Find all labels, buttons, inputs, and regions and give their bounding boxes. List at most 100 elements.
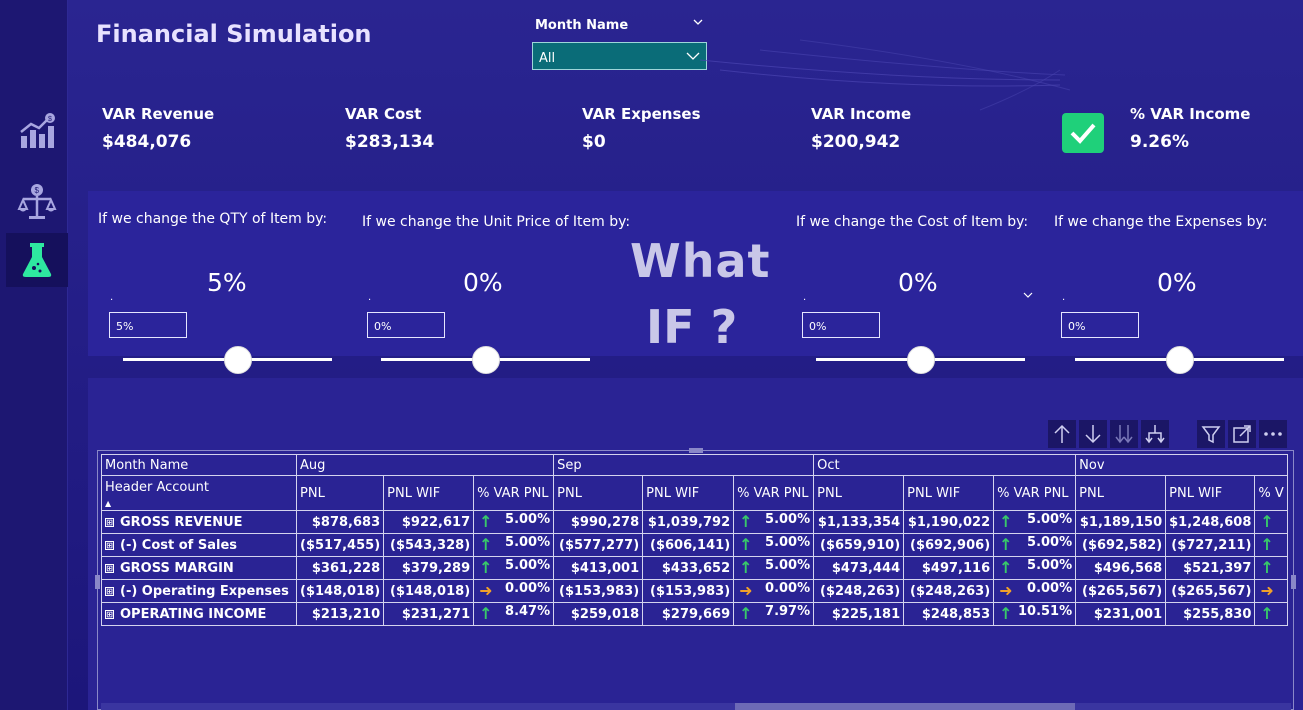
param-cost-slider-handle[interactable] [906, 346, 935, 374]
value-cell: $1,248,608 [1165, 510, 1256, 534]
resize-handle-top[interactable] [689, 448, 703, 453]
value-cell: $1,190,022 [903, 510, 995, 534]
param-expenses-slider-handle[interactable] [1165, 346, 1194, 374]
measure-header[interactable]: % VAR PNL [993, 475, 1077, 511]
drill-down-button[interactable] [1079, 420, 1107, 448]
horizontal-scrollbar-track[interactable] [101, 703, 1291, 710]
expand-plus-icon[interactable]: ⊞ [105, 540, 114, 550]
nav-balance-button[interactable]: $ [6, 175, 68, 229]
value-cell: $361,228 [295, 556, 385, 580]
arrow-right-icon: ➜ [479, 581, 493, 600]
measure-header[interactable]: PNL WIF [903, 475, 995, 511]
var-pct-value: 0.00% [765, 581, 811, 596]
expand-plus-icon[interactable]: ⊞ [105, 586, 114, 596]
row-label-cell[interactable]: ⊞ OPERATING INCOME [101, 602, 297, 626]
value-cell: ($606,141) [642, 533, 735, 557]
measure-header[interactable]: PNL WIF [1165, 475, 1256, 511]
drill-up-button[interactable] [1048, 420, 1076, 448]
measure-header[interactable]: % V [1254, 475, 1288, 511]
expand-plus-icon[interactable]: ⊞ [105, 563, 114, 573]
month-header-nov[interactable]: Nov [1075, 454, 1288, 476]
var-pct-value: 5.00% [765, 558, 811, 573]
param-qty-input[interactable]: 5% [109, 312, 187, 338]
filter-button[interactable] [1197, 420, 1225, 448]
measure-header[interactable]: PNL [553, 475, 644, 511]
param-expenses-value: 0% [1157, 268, 1197, 297]
var-pct-cell: ➜ 0.00% [993, 579, 1077, 603]
measure-header[interactable]: PNL [1075, 475, 1167, 511]
measure-header[interactable]: PNL WIF [383, 475, 475, 511]
horizontal-scrollbar-thumb[interactable] [735, 703, 1075, 710]
month-slicer-label: Month Name [535, 18, 629, 33]
row-label-cell[interactable]: ⊞ (-) Operating Expenses [101, 579, 297, 603]
param-expenses-dot: . [1062, 292, 1066, 303]
col-header-month-name[interactable]: Month Name [101, 454, 297, 476]
value-cell: $521,397 [1165, 556, 1256, 580]
row-header-account[interactable]: Header Account ▲ [101, 475, 297, 511]
chevron-down-icon[interactable] [1022, 290, 1034, 300]
value-cell: ($248,263) [903, 579, 995, 603]
focus-mode-button[interactable] [1228, 420, 1256, 448]
param-cost-label: If we change the Cost of Item by: [796, 214, 1029, 230]
arrow-up-icon: ↑ [739, 512, 753, 531]
var-pct-cell: ↑ 5.00% [993, 533, 1077, 557]
var-pct-value: 0.00% [1027, 581, 1073, 596]
more-options-button[interactable] [1259, 420, 1287, 448]
kpi-var-cost-label: VAR Cost [345, 105, 422, 123]
param-expenses-input[interactable]: 0% [1061, 312, 1139, 338]
value-cell: $231,271 [383, 602, 475, 626]
value-cell: ($659,910) [813, 533, 905, 557]
arrow-up-icon: ↑ [479, 604, 493, 623]
kpi-var-income-label: VAR Income [811, 105, 912, 123]
param-qty-dot: . [110, 292, 114, 303]
value-cell: ($153,983) [553, 579, 644, 603]
param-unit-price-input[interactable]: 0% [367, 312, 445, 338]
measure-header[interactable]: % VAR PNL [733, 475, 815, 511]
kpi-pct-var-income-label: % VAR Income [1130, 105, 1251, 123]
value-cell: ($265,567) [1165, 579, 1256, 603]
month-header-aug[interactable]: Aug [295, 454, 555, 476]
chevron-down-icon[interactable] [692, 16, 704, 28]
var-pct-value: 5.00% [765, 535, 811, 550]
row-label: (-) Cost of Sales [120, 537, 238, 553]
value-cell: $497,116 [903, 556, 995, 580]
chart-growth-icon: $ [20, 113, 55, 148]
value-cell: $922,617 [383, 510, 475, 534]
arrow-up-icon: ↑ [739, 604, 753, 623]
kpi-var-expenses-value: $0 [582, 132, 606, 152]
value-cell: ($248,263) [813, 579, 905, 603]
resize-handle-right[interactable] [1291, 575, 1296, 589]
row-label: OPERATING INCOME [120, 606, 267, 622]
param-cost-input[interactable]: 0% [802, 312, 880, 338]
expand-plus-icon[interactable]: ⊞ [105, 517, 114, 527]
sidebar-nav: $ $ [0, 0, 68, 710]
value-cell: ($148,018) [383, 579, 475, 603]
month-header-sep[interactable]: Sep [553, 454, 815, 476]
measure-header[interactable]: % VAR PNL [473, 475, 555, 511]
row-label-cell[interactable]: ⊞ (-) Cost of Sales [101, 533, 297, 557]
var-pct-cell: ↑ 5.00% [733, 510, 815, 534]
next-level-button[interactable] [1110, 420, 1138, 448]
expand-plus-icon[interactable]: ⊞ [105, 609, 114, 619]
param-unit-price-slider-handle[interactable] [471, 346, 500, 374]
row-label-cell[interactable]: ⊞ GROSS MARGIN [101, 556, 297, 580]
month-slicer-dropdown[interactable]: All [532, 42, 707, 70]
value-cell: ($727,211) [1165, 533, 1256, 557]
var-pct-cell: ↑ 5.00% [993, 510, 1077, 534]
nav-whatif-button[interactable] [6, 233, 68, 287]
month-header-oct[interactable]: Oct [813, 454, 1077, 476]
var-pct-value: 5.00% [1027, 558, 1073, 573]
arrow-up-icon: ↑ [1260, 558, 1274, 577]
measure-header[interactable]: PNL WIF [642, 475, 735, 511]
row-label-cell[interactable]: ⊞ GROSS REVENUE [101, 510, 297, 534]
var-pct-value: 8.47% [505, 604, 551, 619]
param-qty-slider-handle[interactable] [223, 346, 252, 374]
var-pct-cell: ➜ [1254, 579, 1288, 603]
expand-hierarchy-button[interactable] [1141, 420, 1169, 448]
resize-handle-left[interactable] [95, 575, 100, 589]
arrow-up-icon: ↑ [479, 512, 493, 531]
measure-header[interactable]: PNL [813, 475, 905, 511]
expand-icon [1233, 425, 1251, 443]
nav-dashboard-button[interactable]: $ [6, 105, 68, 159]
measure-header[interactable]: PNL [295, 475, 385, 511]
